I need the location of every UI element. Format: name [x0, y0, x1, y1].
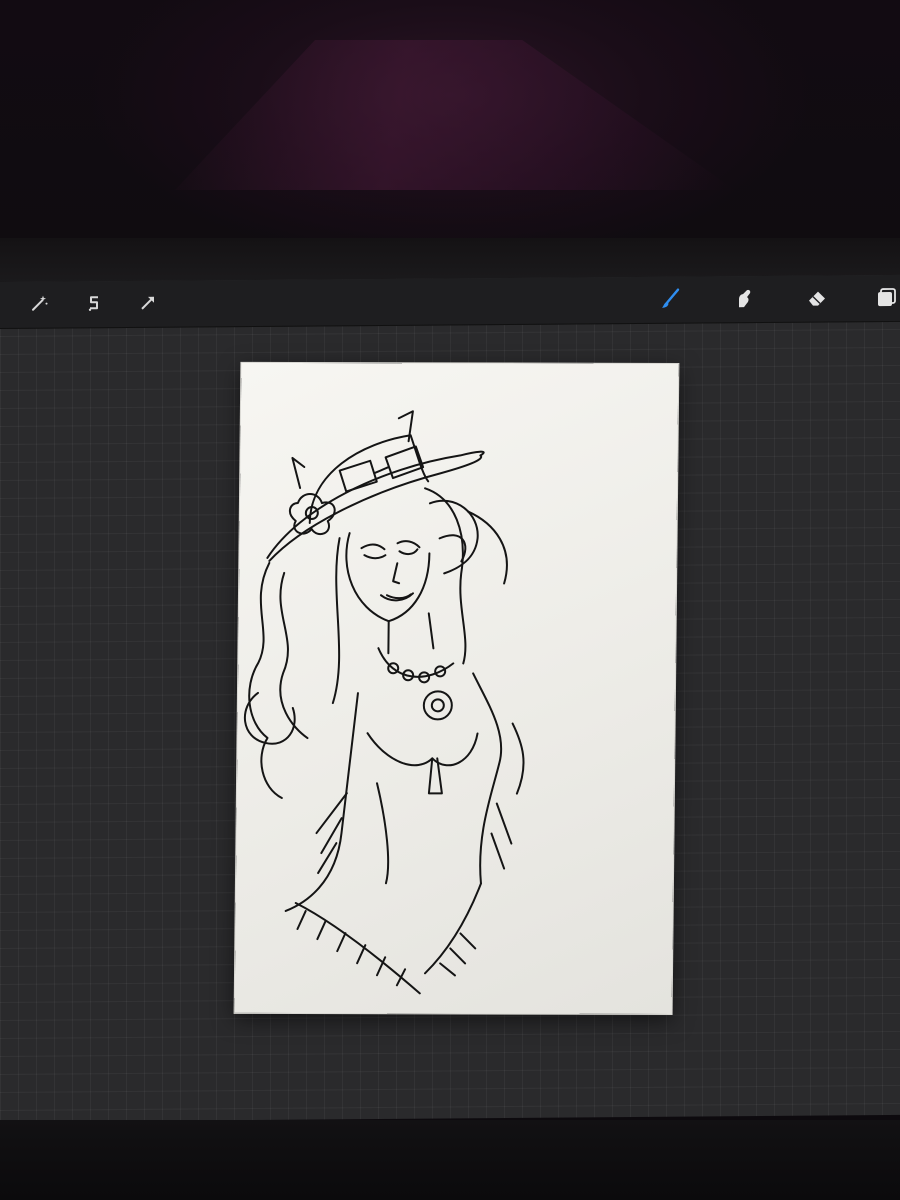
tablet-bottom-frame [0, 1120, 900, 1200]
sketch-artwork [243, 410, 525, 995]
selection-button[interactable] [80, 291, 108, 319]
drawing-canvas[interactable] [234, 362, 679, 1014]
ambient-light [175, 40, 735, 190]
arrow-cursor-icon [137, 292, 159, 318]
selection-s-icon [83, 292, 105, 318]
adjustments-button[interactable] [25, 292, 53, 320]
eraser-icon [806, 286, 828, 312]
layers-button[interactable] [872, 285, 900, 313]
magic-wand-icon [28, 293, 50, 319]
layers-icon [875, 286, 897, 312]
top-toolbar [0, 274, 900, 329]
tablet-screen [0, 274, 900, 1122]
brush-icon [659, 288, 681, 314]
brush-tool-button[interactable] [656, 287, 684, 315]
eraser-tool-button[interactable] [803, 285, 831, 313]
smudge-tool-button[interactable] [730, 286, 758, 314]
smudge-finger-icon [733, 287, 755, 313]
transform-button[interactable] [134, 291, 162, 319]
